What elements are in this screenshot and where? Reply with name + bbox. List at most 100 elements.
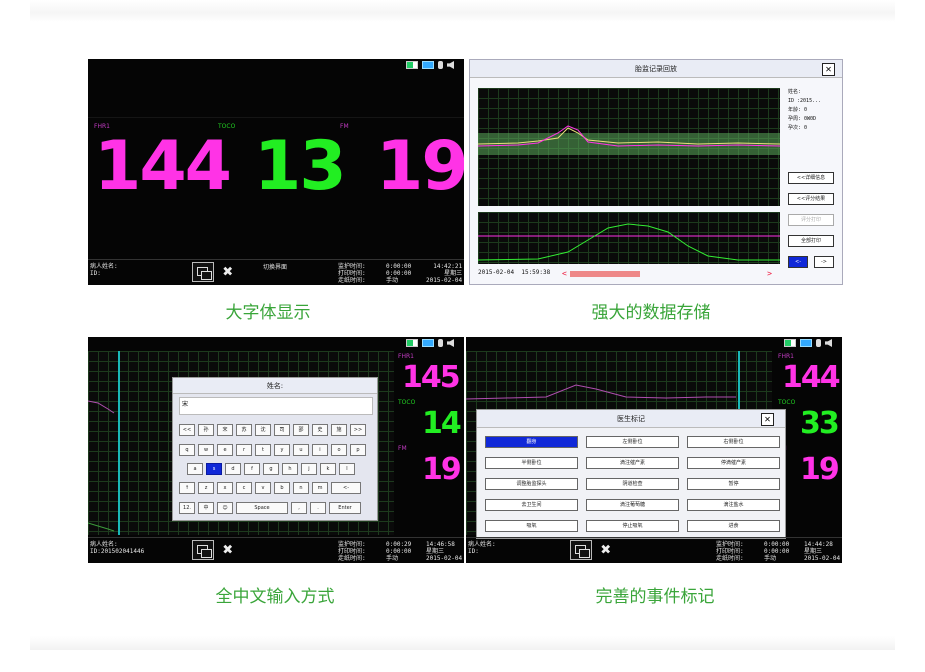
close-button[interactable]: ✕	[822, 63, 835, 76]
key-row1-4[interactable]: t	[255, 444, 271, 456]
panel-large-font: FHR1 TOCO FM 144 13 19 病人姓名: ID: ✖ 切换界面 …	[88, 59, 464, 285]
key-row1-0[interactable]: q	[179, 444, 195, 456]
key-candidates-6[interactable]: 邵	[293, 424, 309, 436]
key-candidates-2[interactable]: 宋	[217, 424, 233, 436]
key-row3-6[interactable]: n	[293, 482, 309, 494]
key-row3-3[interactable]: c	[236, 482, 252, 494]
event-button-1[interactable]: 左侧卧位	[586, 436, 679, 448]
playback-timestamp: 2015-02-04 15:59:38	[478, 269, 551, 276]
event-button-5[interactable]: 停滴催产素	[687, 457, 780, 469]
switch-view-label: 切换界面	[263, 264, 288, 271]
switch-view-button[interactable]	[570, 540, 592, 560]
print-all-button[interactable]: 全部打印	[788, 235, 834, 247]
key-row3-2[interactable]: x	[217, 482, 233, 494]
key-row1-5[interactable]: y	[274, 444, 290, 456]
switch-view-button[interactable]	[192, 540, 214, 560]
tools-icon[interactable]: ✖	[218, 262, 238, 282]
key-row2-2[interactable]: d	[225, 463, 241, 475]
key-row4-2[interactable]: ☺	[217, 502, 233, 514]
key-candidates-1[interactable]: 孙	[198, 424, 214, 436]
time-labels: 监护时间: 打印时间: 走纸时间:	[716, 541, 744, 562]
key-candidates-0[interactable]: <<	[179, 424, 195, 436]
key-row1-1[interactable]: w	[198, 444, 214, 456]
key-candidates-5[interactable]: 司	[274, 424, 290, 436]
key-row4-3[interactable]: Space	[236, 502, 288, 514]
keyboard-title: 姓名:	[173, 378, 377, 394]
name-input[interactable]: 宋	[179, 397, 373, 415]
fhr-value: 144	[94, 127, 232, 206]
toco-label: TOCO	[778, 399, 796, 406]
key-row2-6[interactable]: j	[301, 463, 317, 475]
event-mark-dialog: 医生标记 ✕ 翻身 左侧卧位 右侧卧位 半侧卧位 滴注催产素 停滴催产素 调整胎监探头 阴道检…	[476, 409, 786, 539]
key-row1-9[interactable]: p	[350, 444, 366, 456]
key-row1-8[interactable]: o	[331, 444, 347, 456]
key-candidates-8[interactable]: 施	[331, 424, 347, 436]
fhr-value: 144	[782, 360, 841, 395]
key-row2-5[interactable]: h	[282, 463, 298, 475]
key-candidates-9[interactable]: >>	[350, 424, 366, 436]
key-row1-3[interactable]: r	[236, 444, 252, 456]
dialog-title: 胎监记录回放	[470, 60, 842, 78]
event-button-6[interactable]: 调整胎监探头	[485, 478, 578, 490]
event-button-0[interactable]: 翻身	[485, 436, 578, 448]
key-row2-3[interactable]: f	[244, 463, 260, 475]
tools-icon[interactable]: ✖	[218, 540, 238, 560]
event-button-2[interactable]: 右侧卧位	[687, 436, 780, 448]
caption-chinese-input: 全中文输入方式	[215, 587, 335, 607]
key-row1-2[interactable]: e	[217, 444, 233, 456]
score-result-button[interactable]: <<评分结果	[788, 193, 834, 205]
detail-info-button[interactable]: <<详细信息	[788, 172, 834, 184]
status-bar	[406, 61, 454, 69]
key-row4-0[interactable]: 12.	[179, 502, 195, 514]
switch-view-button[interactable]	[192, 262, 214, 282]
event-button-3[interactable]: 半侧卧位	[485, 457, 578, 469]
key-candidates-3[interactable]: 苏	[236, 424, 252, 436]
time-labels: 监护时间: 打印时间: 走纸时间:	[338, 263, 366, 284]
patient-info: 病人姓名: ID:	[90, 263, 118, 277]
prev-button[interactable]: <-	[788, 256, 808, 268]
fhr-value: 145	[402, 360, 461, 395]
close-button[interactable]: ✕	[761, 413, 774, 426]
event-button-14[interactable]: 进食	[687, 520, 780, 532]
key-row3-5[interactable]: b	[274, 482, 290, 494]
key-row3-0[interactable]: ↑	[179, 482, 195, 494]
key-row1-6[interactable]: u	[293, 444, 309, 456]
speaker-icon	[447, 61, 454, 69]
battery-icon	[406, 61, 418, 69]
tools-icon[interactable]: ✖	[596, 540, 616, 560]
key-row4-4[interactable]: ,	[291, 502, 307, 514]
key-candidates-7[interactable]: 史	[312, 424, 328, 436]
next-button[interactable]: ->	[814, 256, 834, 268]
key-row1-7[interactable]: i	[312, 444, 328, 456]
event-button-9[interactable]: 去卫生间	[485, 499, 578, 511]
event-button-10[interactable]: 滴注葡萄糖	[586, 499, 679, 511]
time-values: 0:00:29 0:00:00 手动	[386, 541, 412, 562]
key-row2-8[interactable]: l	[339, 463, 355, 475]
score-print-button[interactable]: 评分打印	[788, 214, 834, 226]
key-row4-6[interactable]: Enter	[329, 502, 361, 514]
event-button-13[interactable]: 停止吸氧	[586, 520, 679, 532]
speaker-icon	[825, 339, 832, 347]
key-row2-7[interactable]: k	[320, 463, 336, 475]
key-row2-0[interactable]: a	[187, 463, 203, 475]
key-row3-8[interactable]: <-	[331, 482, 361, 494]
event-button-7[interactable]: 阴道检查	[586, 478, 679, 490]
event-button-12[interactable]: 吸氧	[485, 520, 578, 532]
event-button-11[interactable]: 滴注盐水	[687, 499, 780, 511]
key-row3-4[interactable]: v	[255, 482, 271, 494]
panel-chinese-input: FHR1 145 TOCO 14 FM 19 姓名: 宋 << 孙宋苏沈司邵史施 >…	[88, 337, 464, 563]
key-row4-5[interactable]: .	[310, 502, 326, 514]
toco-trace	[478, 212, 780, 264]
microphone-icon	[438, 339, 443, 347]
key-candidates-4[interactable]: 沈	[255, 424, 271, 436]
event-button-4[interactable]: 滴注催产素	[586, 457, 679, 469]
key-row2-4[interactable]: g	[263, 463, 279, 475]
event-button-8[interactable]: 暂停	[687, 478, 780, 490]
clock: 14:44:28 星期三 2015-02-04	[804, 541, 841, 562]
time-values: 0:00:00 0:00:00 手动	[386, 263, 412, 284]
key-row3-1[interactable]: z	[198, 482, 214, 494]
playback-scrollbar[interactable]: < >	[562, 270, 772, 278]
key-row2-1[interactable]: s	[206, 463, 222, 475]
key-row4-1[interactable]: 中	[198, 502, 214, 514]
key-row3-7[interactable]: m	[312, 482, 328, 494]
